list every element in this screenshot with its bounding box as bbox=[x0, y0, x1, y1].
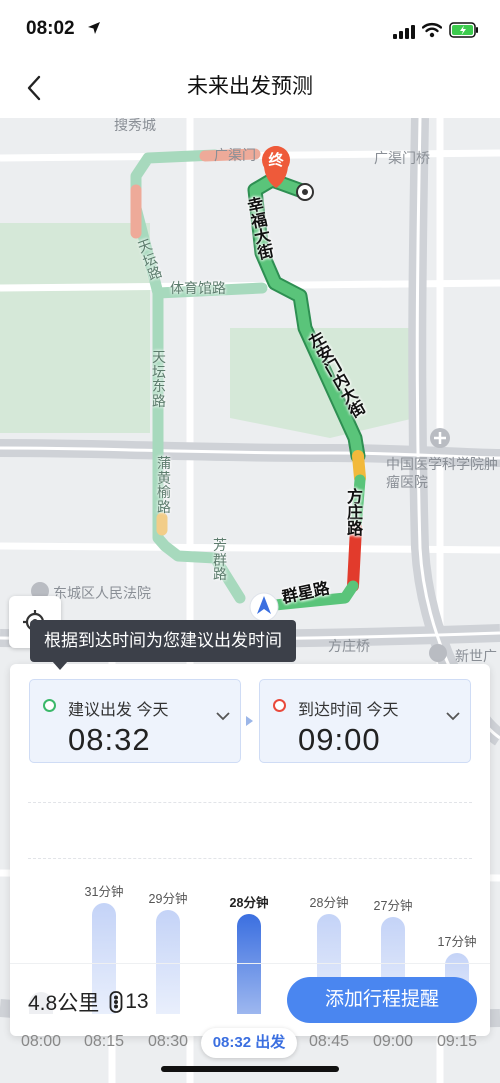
home-indicator bbox=[161, 1066, 339, 1072]
arrive-time: 09:00 bbox=[298, 722, 381, 757]
place-label: 方庄桥 bbox=[328, 638, 370, 654]
place-label: 广渠门桥 bbox=[374, 150, 430, 166]
place-label: 新世广 bbox=[455, 648, 497, 664]
arrive-time-card[interactable]: 到达时间 今天 09:00 bbox=[259, 679, 471, 763]
bar-value-label: 31分钟 bbox=[84, 885, 124, 899]
divider bbox=[10, 963, 490, 964]
status-time: 08:02 bbox=[26, 18, 75, 39]
street-label: 方庄路 bbox=[346, 489, 363, 538]
distance-text: 4.8公里 bbox=[28, 992, 100, 1015]
bar-value-label: 28分钟 bbox=[229, 896, 269, 910]
time-tick-label[interactable]: 08:32 出发 bbox=[201, 1028, 297, 1058]
page-title: 未来出发预测 bbox=[187, 75, 313, 98]
chevron-down-icon bbox=[446, 712, 460, 721]
location-arrow-icon bbox=[87, 20, 101, 39]
travel-time-chart[interactable]: 08:00 31分钟 08:15 29分钟 08:30 28分钟 08:32 出发 28分钟 0… bbox=[10, 772, 490, 1058]
place-label: 东城区人民法院 bbox=[53, 585, 151, 601]
start-dot-icon bbox=[43, 699, 56, 712]
nav-bar: 未来出发预测 bbox=[0, 58, 500, 118]
departure-panel: 建议出发 今天 08:32 到达时间 今天 09:00 08:00 31分钟 08:… bbox=[10, 664, 490, 1058]
time-tick-label[interactable]: 08:30 bbox=[138, 1033, 198, 1051]
chart-bar[interactable] bbox=[237, 914, 261, 1014]
place-label: 搜秀城 bbox=[114, 118, 156, 133]
time-tick-label[interactable]: 09:00 bbox=[363, 1033, 423, 1051]
bar-value-label: 27分钟 bbox=[373, 899, 413, 913]
end-dot-icon bbox=[273, 699, 286, 712]
street-label: 天坛东路 bbox=[152, 349, 166, 410]
place-label: 中国医学科学院肿瘤医院 bbox=[386, 456, 498, 490]
street-label: 蒲黄榆路 bbox=[157, 455, 171, 516]
arrive-label: 到达时间 今天 bbox=[298, 702, 399, 719]
battery-icon bbox=[449, 22, 479, 42]
tooltip-arrow bbox=[52, 661, 68, 670]
traffic-light-icon bbox=[109, 991, 123, 1013]
chevron-down-icon bbox=[216, 712, 230, 721]
wifi-icon bbox=[421, 22, 443, 42]
depart-label: 建议出发 今天 bbox=[68, 702, 169, 719]
destination-marker-label: 终 bbox=[268, 152, 284, 169]
time-tick-label[interactable]: 08:15 bbox=[74, 1033, 134, 1051]
traffic-light-count: 13 bbox=[125, 990, 149, 1013]
bar-value-label: 29分钟 bbox=[148, 892, 188, 906]
arrow-right-icon bbox=[246, 716, 253, 726]
suggestion-tooltip: 根据到达时间为您建议出发时间 bbox=[30, 620, 296, 662]
add-trip-reminder-button[interactable]: 添加行程提醒 bbox=[287, 977, 477, 1023]
depart-time-card[interactable]: 建议出发 今天 08:32 bbox=[29, 679, 241, 763]
status-bar: 08:02 bbox=[0, 0, 500, 58]
gridline bbox=[28, 858, 472, 859]
time-tick-label[interactable]: 08:45 bbox=[299, 1033, 359, 1051]
route-summary: 4.8公里 13 bbox=[28, 987, 149, 1017]
street-label: 芳群路 bbox=[213, 537, 227, 583]
time-tick-label[interactable]: 09:15 bbox=[427, 1033, 487, 1051]
chart-bar[interactable] bbox=[156, 910, 180, 1014]
gridline bbox=[28, 802, 472, 803]
signal-icon bbox=[393, 24, 415, 43]
street-label: 体育馆路 bbox=[170, 280, 226, 296]
depart-time: 08:32 bbox=[68, 722, 151, 757]
bar-value-label: 28分钟 bbox=[309, 896, 349, 910]
place-label: 广渠门 bbox=[214, 147, 256, 163]
bar-value-label: 17分钟 bbox=[437, 935, 477, 949]
time-tick-label[interactable]: 08:00 bbox=[11, 1033, 71, 1051]
